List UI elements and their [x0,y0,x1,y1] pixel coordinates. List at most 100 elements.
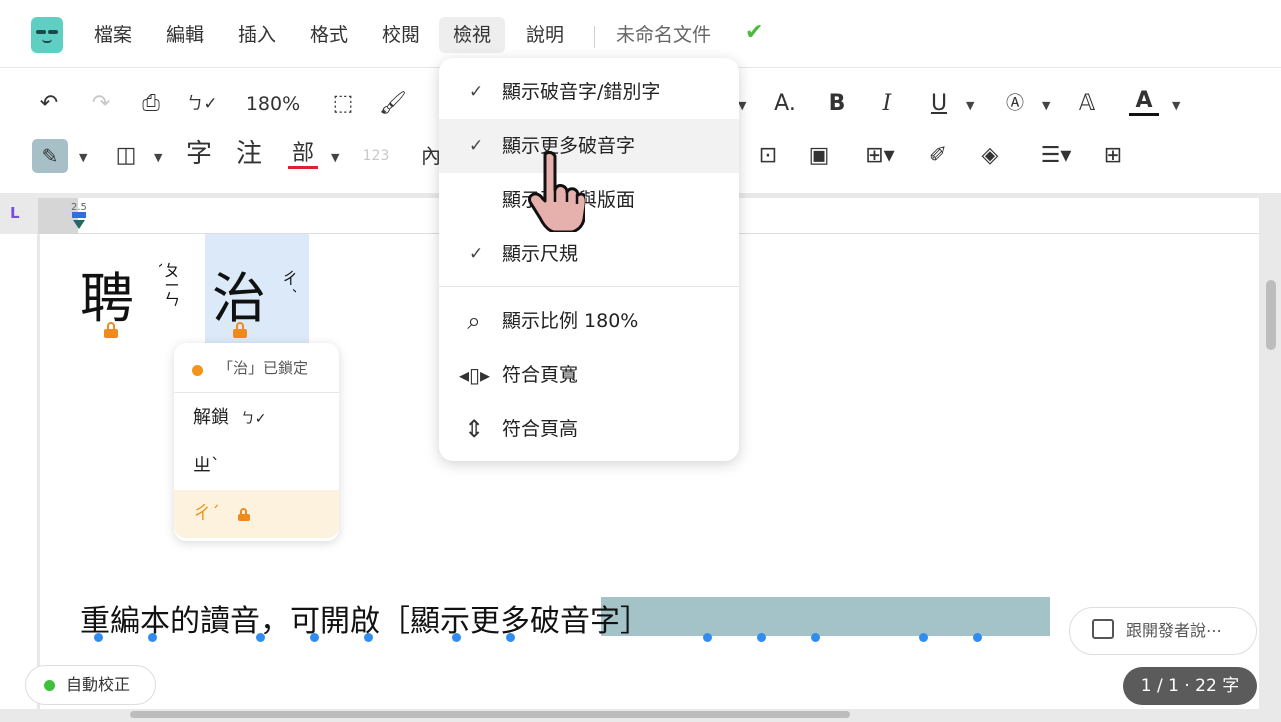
menu-review[interactable]: 校閱 [374,17,428,53]
search-icon: ⌕ [467,307,481,335]
chevron-down-icon[interactable]: ▼ [79,151,87,164]
menu-item-fit-width[interactable]: ◂▯▸ 符合頁寬 [439,348,739,402]
format-painter-icon[interactable]: 🖌 [378,89,408,119]
vertical-scrollbar[interactable] [1266,280,1276,350]
check-icon: ✓ [469,82,484,102]
autofix-label: 自動校正 [66,675,131,694]
marker-dot [973,633,982,642]
feedback-label: 跟開發者說⋯ [1126,621,1223,640]
paragraph-icon[interactable]: ☰▾ [1034,141,1078,171]
menu-item-zoom[interactable]: ⌕ 顯示比例 180% [439,294,739,348]
menu-item-label: 顯示破音字/錯別字 [502,81,661,103]
page-word-counter[interactable]: 1 / 1 · 22 字 [1123,667,1257,705]
menu-format[interactable]: 格式 [302,17,356,53]
zhuyin-zhi: ㄔˊ [279,270,298,294]
marker-dot [506,633,515,642]
text-line[interactable]: 重編本的讀音，可開啟［顯示更多破音字］ [80,596,650,639]
view-menu: ✓ 顯示破音字/錯別字 ✓ 顯示更多破音字 顯示頁首與版面 ✓ 顯示尺規 ⌕ 顯… [439,58,739,461]
lock-icon [237,508,250,521]
menu-item-show-ruler[interactable]: ✓ 顯示尺規 [439,227,739,281]
text-highlight [601,597,1050,636]
first-line-marker[interactable] [73,220,85,229]
tab-stop-icon[interactable]: L [10,204,20,222]
check-icon: ✓ [469,136,484,156]
text-effect-icon[interactable]: 𝔸 [1072,89,1102,119]
marker-dot [811,633,820,642]
print-icon[interactable]: ⎙ [135,89,167,119]
border-icon[interactable]: ◫ [112,141,140,171]
chevron-down-icon[interactable]: ▼ [154,151,162,164]
logo-eye-right [48,30,58,34]
undo-icon[interactable]: ↶ [34,89,64,119]
chevron-down-icon[interactable]: ▼ [738,99,746,112]
table-icon[interactable]: ⊞▾ [858,141,902,171]
menu-item-label: 顯示尺規 [502,243,579,265]
annotate-button[interactable]: 注 [232,139,266,169]
image-icon[interactable]: ▣ [804,141,834,171]
radical-button[interactable]: 部 [288,139,318,169]
menu-divider [439,286,739,287]
italic-button[interactable]: I [872,89,902,119]
menu-item-show-polyphones[interactable]: ✓ 顯示破音字/錯別字 [439,65,739,119]
pointer-hand-icon [528,150,585,232]
vertical-ruler [0,234,38,709]
indent-marker[interactable] [72,212,86,218]
pronunciation-option-selected[interactable]: ㄔˊ [174,490,339,538]
highlight-color-icon[interactable]: Ⓐ [1000,89,1030,119]
chevron-down-icon[interactable]: ▼ [331,151,339,164]
menu-file[interactable]: 檔案 [86,17,140,53]
menu-help[interactable]: 說明 [518,17,572,53]
app-logo-icon[interactable] [31,17,63,53]
check-icon: ✓ [469,244,484,264]
menu-view[interactable]: 檢視 [439,17,506,53]
chevron-down-icon[interactable]: ▼ [1042,99,1050,112]
zhuyin-ping: ㄆㄧㄣˋ [145,262,180,307]
menu-item-fit-height[interactable]: ⇕ 符合頁高 [439,402,739,456]
draw-icon[interactable]: ✐ [923,141,953,171]
chat-icon [1092,619,1114,639]
chevron-down-icon[interactable]: ▼ [966,99,974,112]
chevron-down-icon[interactable]: ▼ [1172,99,1180,112]
menu-insert[interactable]: 插入 [230,17,284,53]
status-dot [44,680,55,691]
fit-width-icon: ◂▯▸ [459,363,491,387]
lock-icon[interactable] [104,322,118,338]
autofix-toggle[interactable]: 自動校正 [25,665,156,705]
bold-button[interactable]: B [822,89,852,119]
marker-dot [703,633,712,642]
lock-popup: 「治」已鎖定 解鎖 ㄅ✓ ㄓˋ ㄔˊ [174,343,339,541]
numbering-button[interactable]: 123 [359,141,393,171]
menu-item-show-header-layout[interactable]: 顯示頁首與版面 [439,173,739,227]
feedback-button[interactable]: 跟開發者說⋯ [1069,607,1257,655]
pronunciation-option[interactable]: ㄓˋ [174,442,339,490]
underline-button[interactable]: U [924,89,954,119]
font-size-icon[interactable]: A. [770,89,800,119]
highlighter-icon: ✎ [41,144,59,168]
grid-icon[interactable]: ⊞ [1098,141,1128,171]
document-title[interactable]: 未命名文件 [616,17,711,53]
marker-dot [757,633,766,642]
marker-dot [148,633,157,642]
marker-dot [452,633,461,642]
menu-edit[interactable]: 編輯 [158,17,212,53]
menubar-divider [594,26,595,48]
spellcheck-icon: ㄅ✓ [240,411,267,427]
selected-option-label: ㄔˊ [193,503,220,524]
select-all-icon[interactable]: ⬚ [328,89,358,119]
menu-item-show-more-polyphones[interactable]: ✓ 顯示更多破音字 [439,119,739,173]
horizontal-scrollbar[interactable] [130,711,850,718]
menu-item-label: 符合頁高 [502,418,579,440]
unlock-label: 解鎖 [193,407,229,428]
zhuyin-char-button[interactable]: 字 [182,139,216,169]
marker-dot [364,633,373,642]
lock-popup-title: 「治」已鎖定 [174,343,339,393]
text-box-icon[interactable]: ⊡ [752,141,784,171]
redo-icon[interactable]: ↷ [86,89,116,119]
zoom-level[interactable]: 180% [240,89,306,119]
spellcheck-icon[interactable]: ㄅ✓ [186,89,218,119]
lock-icon[interactable] [233,322,247,338]
font-color-button[interactable]: A [1129,86,1159,116]
marker-dot [94,633,103,642]
unlock-button[interactable]: 解鎖 ㄅ✓ [174,394,339,442]
layers-icon[interactable]: ◈ [975,141,1005,171]
